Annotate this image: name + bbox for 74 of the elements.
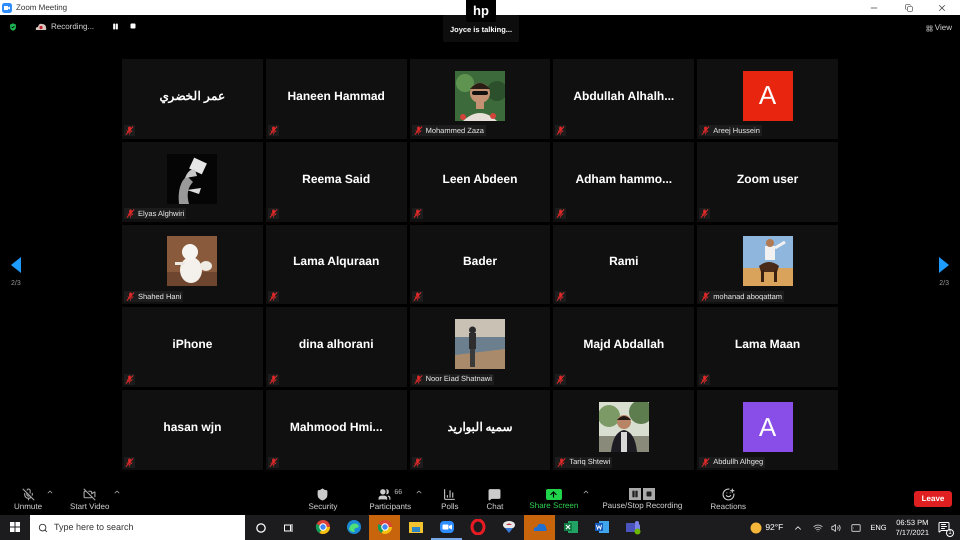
temperature: 92°F: [765, 521, 784, 534]
chat-button[interactable]: Chat: [482, 484, 508, 514]
caret-icon[interactable]: [582, 488, 590, 496]
participant-name: Abdullah Alhalh...: [573, 88, 674, 105]
leave-button[interactable]: Leave: [914, 491, 952, 507]
start-video-button[interactable]: Start Video: [66, 484, 114, 514]
grid-icon: [926, 24, 933, 32]
participant-name: Reema Said: [302, 170, 370, 188]
participant-name: عمر الخضري: [160, 88, 226, 105]
participant-name: Mahmood Hmi...: [290, 419, 383, 436]
chat-bubble-icon: [488, 488, 502, 500]
recording-control-button[interactable]: Pause/Stop Recording: [598, 484, 686, 514]
unmute-button[interactable]: Unmute: [10, 484, 46, 514]
muted-mic-icon: [22, 488, 34, 500]
browser-icon: [314, 518, 330, 534]
share-screen-icon: [546, 488, 562, 500]
smiley-icon: [722, 488, 735, 500]
participant-name: Lama Maan: [734, 336, 800, 354]
recording-label: Recording...: [51, 22, 94, 31]
shield-icon[interactable]: [8, 22, 18, 32]
volume-icon[interactable]: [831, 522, 842, 532]
cloud-icon: [35, 22, 47, 31]
participant-name: hasan wjn: [163, 419, 222, 436]
browser-icon: [376, 518, 392, 534]
weather-sun-icon: [750, 522, 762, 534]
video-off-icon: [83, 488, 96, 500]
tablet-mode-icon[interactable]: [851, 522, 862, 532]
next-page-arrow[interactable]: [939, 257, 949, 273]
window-title: Zoom Meeting: [16, 2, 68, 14]
participant-name: Haneen Hammad: [288, 88, 385, 105]
caret-icon[interactable]: [415, 488, 424, 496]
close-icon[interactable]: [937, 2, 947, 12]
caret-icon[interactable]: [46, 488, 54, 496]
share-screen-button[interactable]: Share Screen: [525, 484, 582, 514]
video-camera-icon: [438, 518, 454, 534]
participant-name: سميه البواريد: [447, 419, 513, 436]
stop-icon[interactable]: [130, 23, 136, 29]
participant-name: Rami: [609, 253, 638, 270]
search-input[interactable]: Type here to search: [54, 520, 234, 534]
participant-name: Leen Abdeen: [442, 170, 518, 188]
taskbar-search-field[interactable]: Type here to search: [30, 515, 245, 540]
team-icon: [624, 518, 640, 534]
previous-page-arrow[interactable]: [11, 257, 21, 273]
wave-icon: [346, 518, 362, 534]
avatar-letter: A: [758, 410, 776, 444]
task-view-icon[interactable]: [284, 522, 294, 532]
reactions-button[interactable]: Reactions: [706, 484, 750, 514]
view-button[interactable]: View: [926, 22, 952, 34]
shield-icon: [316, 488, 330, 500]
cortana-icon[interactable]: [256, 522, 266, 532]
participant-name: Adham hammo...: [575, 170, 672, 188]
avatar-letter: A: [758, 79, 776, 112]
search-icon: [38, 522, 48, 532]
participant-name: iPhone: [172, 336, 212, 354]
pause-icon: [629, 488, 642, 500]
ring-icon: [470, 518, 486, 534]
pause-icon[interactable]: [112, 23, 120, 30]
spreadsheet-icon: [562, 518, 578, 534]
notifications-icon[interactable]: [938, 520, 950, 532]
restore-icon[interactable]: [905, 4, 913, 12]
participants-label: Participants: [369, 502, 412, 510]
people-icon: [378, 488, 392, 500]
participant-name: dina alhorani: [298, 336, 374, 354]
polls-button[interactable]: Polls: [437, 484, 462, 514]
wifi-icon[interactable]: [813, 522, 824, 532]
stop-icon: [643, 488, 656, 500]
bar-chart-icon: [443, 488, 456, 500]
participant-name: Zoom user: [736, 170, 798, 188]
security-button[interactable]: Security: [304, 484, 342, 514]
participant-name: Majd Abdallah: [583, 336, 664, 354]
document-icon: [594, 518, 610, 534]
caret-icon[interactable]: [113, 488, 122, 496]
participant-name: Lama Alquraan: [293, 253, 380, 270]
participant-name: Bader: [462, 253, 497, 270]
